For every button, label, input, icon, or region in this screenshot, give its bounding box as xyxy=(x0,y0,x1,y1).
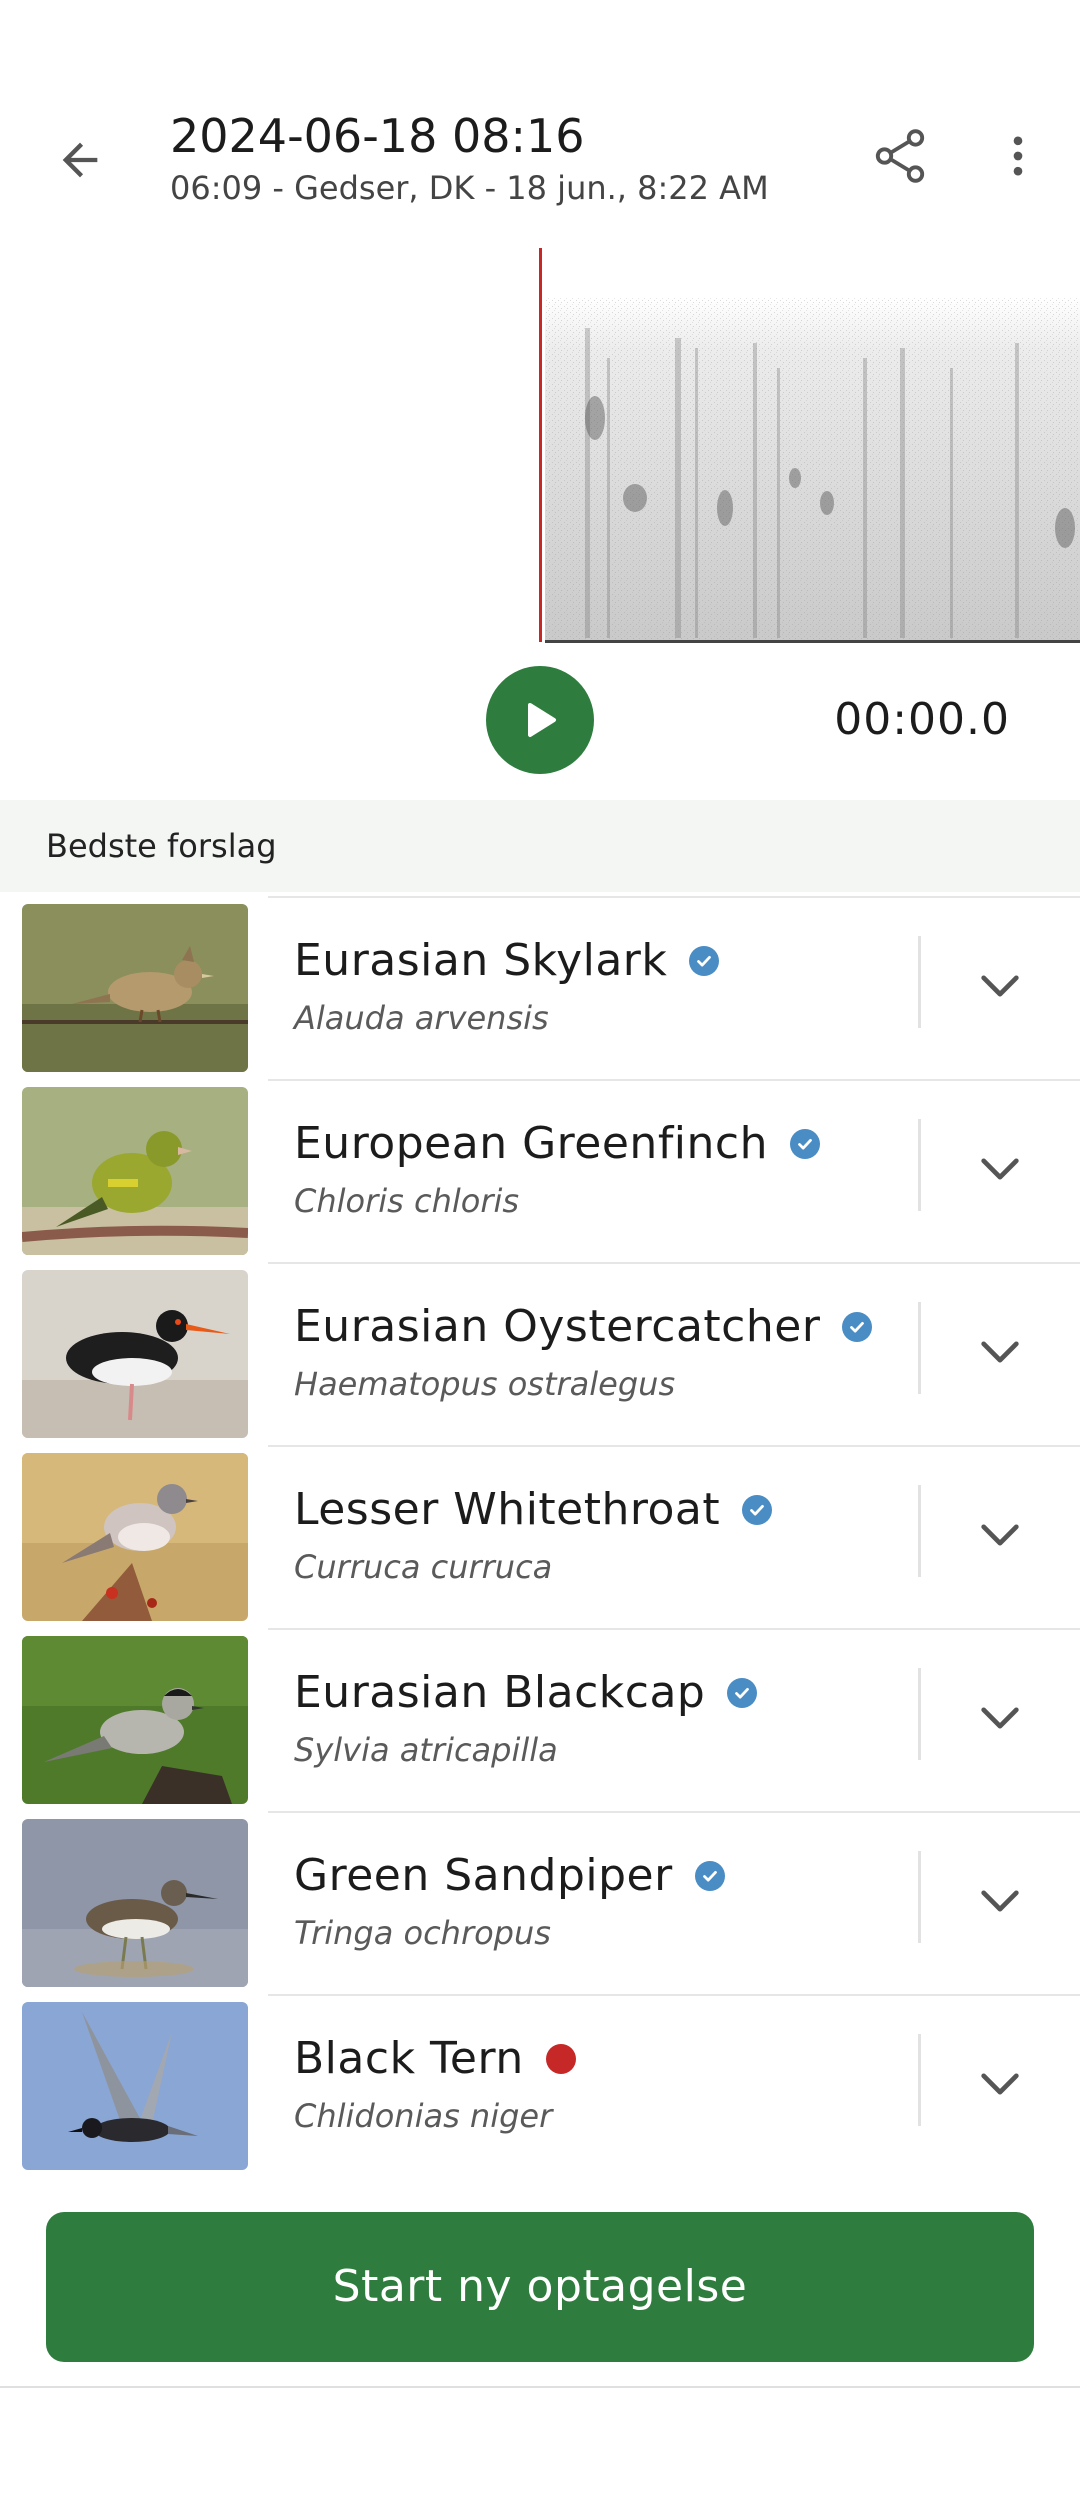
share-button[interactable] xyxy=(860,116,940,196)
vertical-divider xyxy=(918,936,921,1028)
suggestions-section-header: Bedste forslag xyxy=(0,800,1080,892)
species-common-name: European Greenfinch xyxy=(294,1118,768,1169)
verified-badge-icon xyxy=(790,1129,820,1159)
recording-title-block: 2024-06-18 08:16 06:09 - Gedser, DK - 18… xyxy=(170,108,769,210)
recording-subtitle: 06:09 - Gedser, DK - 18 jun., 8:22 AM xyxy=(170,169,769,207)
vertical-divider xyxy=(918,1668,921,1760)
species-name-line: Eurasian Oystercatcher xyxy=(294,1298,873,1356)
chevron-down-icon xyxy=(981,1707,1019,1729)
expand-button[interactable] xyxy=(960,1312,1040,1392)
unverified-dot-icon xyxy=(545,2044,576,2074)
species-photo xyxy=(22,1819,248,1987)
species-list: Eurasian Skylark Alauda arvensis Europea… xyxy=(0,896,1080,2177)
species-scientific-name: Chlidonias niger xyxy=(294,2097,553,2135)
arrow-left-icon xyxy=(62,142,98,178)
verified-badge-icon xyxy=(727,1678,758,1708)
more-options-button[interactable] xyxy=(978,116,1058,196)
species-name-line: Black Tern xyxy=(294,2030,576,2088)
vertical-divider xyxy=(918,1119,921,1211)
chevron-down-icon xyxy=(981,975,1019,997)
divider xyxy=(268,1079,1080,1081)
expand-button[interactable] xyxy=(960,1678,1040,1758)
list-item[interactable]: Eurasian Blackcap Sylvia atricapilla xyxy=(0,1628,1080,1811)
vertical-divider xyxy=(918,1302,921,1394)
species-photo xyxy=(22,1087,248,1255)
section-label: Bedste forslag xyxy=(46,827,277,865)
expand-button[interactable] xyxy=(960,1861,1040,1941)
verified-badge-icon xyxy=(742,1495,773,1525)
chevron-down-icon xyxy=(981,1890,1019,1912)
divider xyxy=(268,1628,1080,1630)
divider xyxy=(268,896,1080,898)
species-scientific-name: Curruca curruca xyxy=(294,1548,553,1586)
species-common-name: Eurasian Skylark xyxy=(294,935,668,986)
species-name-line: Eurasian Blackcap xyxy=(294,1664,758,1722)
divider xyxy=(268,1994,1080,1996)
bottom-divider xyxy=(0,2386,1080,2388)
play-icon xyxy=(528,703,556,737)
playhead[interactable] xyxy=(539,248,542,642)
species-name-line: Eurasian Skylark xyxy=(294,932,720,990)
back-button[interactable] xyxy=(40,120,120,200)
expand-button[interactable] xyxy=(960,946,1040,1026)
species-common-name: Lesser Whitethroat xyxy=(294,1484,721,1535)
expand-button[interactable] xyxy=(960,2044,1040,2124)
list-item[interactable]: Eurasian Oystercatcher Haematopus ostral… xyxy=(0,1262,1080,1445)
species-common-name: Eurasian Oystercatcher xyxy=(294,1301,821,1352)
species-name-line: European Greenfinch xyxy=(294,1115,820,1173)
species-name-line: Lesser Whitethroat xyxy=(294,1481,773,1539)
chevron-down-icon xyxy=(981,1158,1019,1180)
species-scientific-name: Sylvia atricapilla xyxy=(294,1731,558,1769)
chevron-down-icon xyxy=(981,1341,1019,1363)
vertical-divider xyxy=(918,2034,921,2126)
divider xyxy=(268,1811,1080,1813)
recording-title: 2024-06-18 08:16 xyxy=(170,109,585,163)
expand-button[interactable] xyxy=(960,1495,1040,1575)
vertical-divider xyxy=(918,1485,921,1577)
list-item[interactable]: Black Tern Chlidonias niger xyxy=(0,1994,1080,2177)
chevron-down-icon xyxy=(981,1524,1019,1546)
play-button[interactable] xyxy=(486,666,594,774)
list-item[interactable]: European Greenfinch Chloris chloris xyxy=(0,1079,1080,1262)
species-scientific-name: Haematopus ostralegus xyxy=(294,1365,676,1403)
chevron-down-icon xyxy=(981,2073,1019,2095)
vertical-divider xyxy=(918,1851,921,1943)
list-item[interactable]: Lesser Whitethroat Curruca curruca xyxy=(0,1445,1080,1628)
species-photo xyxy=(22,1453,248,1621)
species-photo xyxy=(22,1636,248,1804)
list-item[interactable]: Green Sandpiper Tringa ochropus xyxy=(0,1811,1080,1994)
playback-time: 00:00.0 xyxy=(834,694,1010,745)
app-bar: 2024-06-18 08:16 06:09 - Gedser, DK - 18… xyxy=(0,0,1080,240)
species-common-name: Black Tern xyxy=(294,2033,524,2084)
spectrogram-image xyxy=(545,298,1080,643)
species-scientific-name: Alauda arvensis xyxy=(294,999,549,1037)
species-photo xyxy=(22,2002,248,2170)
species-scientific-name: Tringa ochropus xyxy=(294,1914,551,1952)
list-item[interactable]: Eurasian Skylark Alauda arvensis xyxy=(0,896,1080,1079)
more-vert-icon xyxy=(1013,136,1023,176)
verified-badge-icon xyxy=(689,946,720,976)
expand-button[interactable] xyxy=(960,1129,1040,1209)
species-scientific-name: Chloris chloris xyxy=(294,1182,520,1220)
start-new-recording-label: Start ny optagelse xyxy=(332,2261,748,2312)
species-common-name: Eurasian Blackcap xyxy=(294,1667,706,1718)
divider xyxy=(268,1445,1080,1447)
species-name-line: Green Sandpiper xyxy=(294,1847,725,1905)
share-icon xyxy=(875,129,925,183)
start-new-recording-button[interactable]: Start ny optagelse xyxy=(46,2212,1034,2362)
species-photo xyxy=(22,1270,248,1438)
verified-badge-icon xyxy=(842,1312,873,1342)
verified-badge-icon xyxy=(694,1861,725,1891)
species-photo xyxy=(22,904,248,1072)
species-common-name: Green Sandpiper xyxy=(294,1850,673,1901)
divider xyxy=(268,1262,1080,1264)
